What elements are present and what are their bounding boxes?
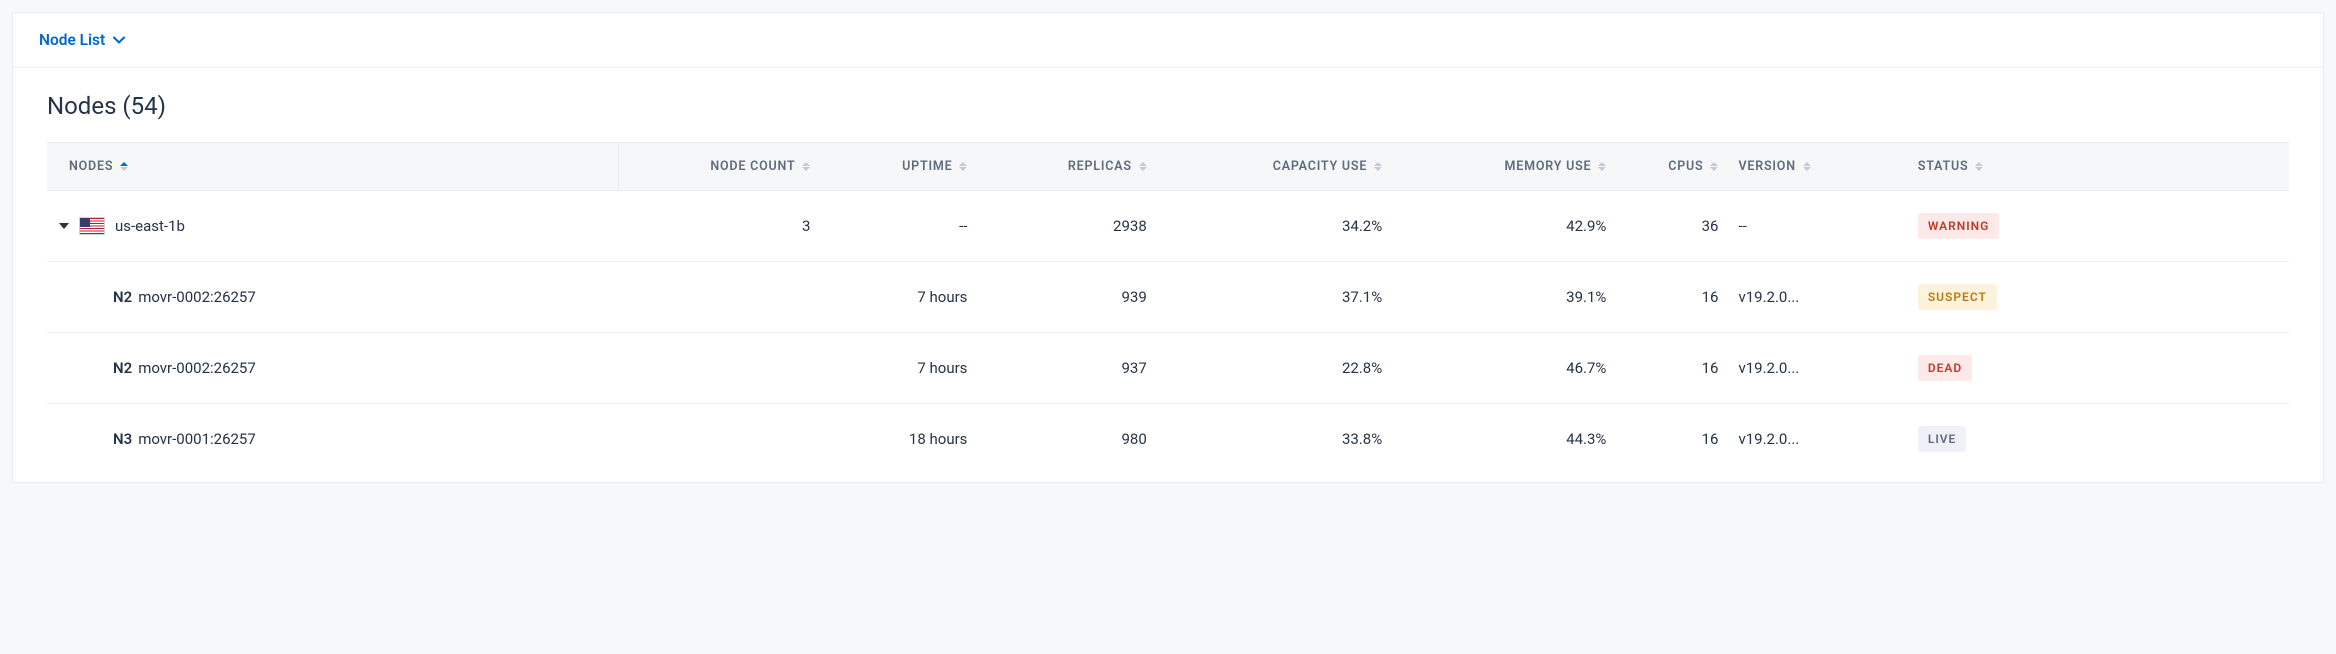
status-badge: SUSPECT — [1918, 284, 1997, 310]
col-header-uptime[interactable]: UPTIME — [820, 143, 977, 191]
table-body: us-east-1b3--293834.2%42.9%36--WARNINGN2… — [47, 191, 2289, 475]
replicas-cell: 980 — [977, 404, 1156, 475]
pad-cell — [2087, 333, 2289, 404]
sort-icon — [959, 162, 967, 172]
node-row-content: N2 movr-0002:26257 — [57, 288, 609, 306]
col-header-label: REPLICAS — [1068, 159, 1132, 174]
cpus-cell: 16 — [1616, 333, 1728, 404]
cpus-cell: 16 — [1616, 262, 1728, 333]
node-count-cell — [619, 333, 821, 404]
node-row-content: N2 movr-0002:26257 — [57, 359, 609, 377]
col-header-version[interactable]: VERSION — [1728, 143, 1907, 191]
version-cell: v19.2.0... — [1728, 333, 1907, 404]
table-row[interactable]: us-east-1b3--293834.2%42.9%36--WARNING — [47, 191, 2289, 262]
col-header-memory[interactable]: MEMORY USE — [1392, 143, 1616, 191]
uptime-cell: 18 hours — [820, 404, 977, 475]
sort-icon — [1139, 162, 1147, 172]
col-header-capacity[interactable]: CAPACITY USE — [1157, 143, 1392, 191]
memory-cell: 42.9% — [1392, 191, 1616, 262]
col-header-label: MEMORY USE — [1505, 159, 1592, 174]
node-name-cell: N3 movr-0001:26257 — [47, 404, 619, 475]
sort-icon — [1374, 162, 1382, 172]
pad-cell — [2087, 404, 2289, 475]
replicas-cell: 939 — [977, 262, 1156, 333]
status-badge: WARNING — [1918, 213, 2000, 239]
sort-icon — [1598, 162, 1606, 172]
status-cell: WARNING — [1908, 191, 2087, 262]
sort-icon — [1710, 162, 1718, 172]
col-header-nodes[interactable]: NODES — [47, 143, 619, 191]
node-count-cell — [619, 262, 821, 333]
table-row[interactable]: N2 movr-0002:26257 7 hours93937.1%39.1%16v… — [47, 262, 2289, 333]
col-header-pad — [2087, 143, 2289, 191]
capacity-cell: 22.8% — [1157, 333, 1392, 404]
cpus-cell: 36 — [1616, 191, 1728, 262]
status-cell: SUSPECT — [1908, 262, 2087, 333]
node-count-cell: 3 — [619, 191, 821, 262]
sort-icon — [1975, 162, 1983, 172]
memory-cell: 39.1% — [1392, 262, 1616, 333]
status-cell: LIVE — [1908, 404, 2087, 475]
sort-icon — [1803, 162, 1811, 172]
node-id: N2 — [113, 288, 132, 306]
table-row[interactable]: N2 movr-0002:26257 7 hours93722.8%46.7%16v… — [47, 333, 2289, 404]
sort-icon — [120, 162, 128, 172]
uptime-cell: 7 hours — [820, 262, 977, 333]
node-name-cell: N2 movr-0002:26257 — [47, 333, 619, 404]
col-header-label: NODES — [69, 159, 113, 174]
col-header-cpus[interactable]: CPUS — [1616, 143, 1728, 191]
col-header-label: CPUS — [1668, 159, 1703, 174]
col-header-label: UPTIME — [902, 159, 952, 174]
sort-icon — [802, 162, 810, 172]
uptime-cell: -- — [820, 191, 977, 262]
col-header-replicas[interactable]: REPLICAS — [977, 143, 1156, 191]
page-title: Nodes (54) — [13, 68, 2323, 142]
version-cell: v19.2.0... — [1728, 404, 1907, 475]
node-count-cell — [619, 404, 821, 475]
cpus-cell: 16 — [1616, 404, 1728, 475]
table-wrap: NODES NODE COUNT UPTIME — [13, 142, 2323, 482]
node-name-cell: N2 movr-0002:26257 — [47, 262, 619, 333]
node-host: movr-0002:26257 — [138, 288, 256, 306]
region-row-content: us-east-1b — [57, 217, 609, 235]
node-host: movr-0002:26257 — [138, 359, 256, 377]
col-header-label: CAPACITY USE — [1273, 159, 1367, 174]
flag-us-icon — [79, 217, 105, 235]
version-cell: v19.2.0... — [1728, 262, 1907, 333]
version-cell: -- — [1728, 191, 1907, 262]
node-host: movr-0001:26257 — [138, 430, 256, 448]
capacity-cell: 34.2% — [1157, 191, 1392, 262]
status-badge: LIVE — [1918, 426, 1967, 452]
view-selector-label[interactable]: Node List — [39, 31, 105, 49]
uptime-cell: 7 hours — [820, 333, 977, 404]
replicas-cell: 2938 — [977, 191, 1156, 262]
memory-cell: 46.7% — [1392, 333, 1616, 404]
panel: Node List Nodes (54) NODES — [12, 12, 2324, 483]
region-label: us-east-1b — [115, 217, 185, 235]
node-name-cell: us-east-1b — [47, 191, 619, 262]
replicas-cell: 937 — [977, 333, 1156, 404]
capacity-cell: 33.8% — [1157, 404, 1392, 475]
table-row[interactable]: N3 movr-0001:26257 18 hours98033.8%44.3%16… — [47, 404, 2289, 475]
expand-caret-icon[interactable] — [59, 223, 69, 229]
topbar: Node List — [13, 13, 2323, 68]
capacity-cell: 37.1% — [1157, 262, 1392, 333]
col-header-label: NODE COUNT — [710, 159, 795, 174]
table-header-row: NODES NODE COUNT UPTIME — [47, 143, 2289, 191]
pad-cell — [2087, 191, 2289, 262]
nodes-table: NODES NODE COUNT UPTIME — [47, 142, 2289, 474]
memory-cell: 44.3% — [1392, 404, 1616, 475]
col-header-status[interactable]: STATUS — [1908, 143, 2087, 191]
col-header-label: STATUS — [1918, 159, 1969, 174]
node-row-content: N3 movr-0001:26257 — [57, 430, 609, 448]
col-header-label: VERSION — [1738, 159, 1795, 174]
status-badge: DEAD — [1918, 355, 1972, 381]
col-header-nodecount[interactable]: NODE COUNT — [619, 143, 821, 191]
node-id: N3 — [113, 430, 132, 448]
pad-cell — [2087, 262, 2289, 333]
node-id: N2 — [113, 359, 132, 377]
chevron-down-icon[interactable] — [113, 36, 125, 44]
status-cell: DEAD — [1908, 333, 2087, 404]
